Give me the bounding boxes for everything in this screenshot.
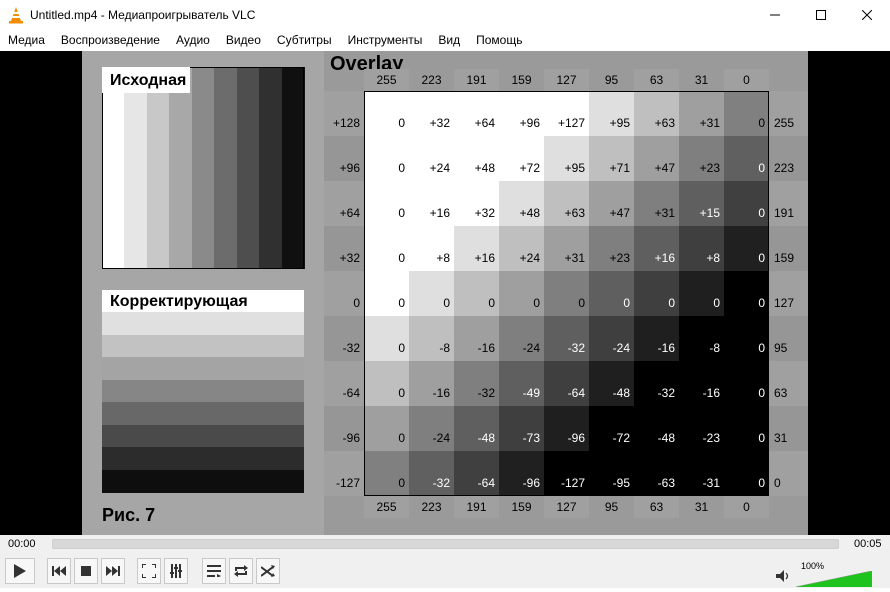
corrected-bar: [102, 469, 304, 493]
column-footer: 223: [409, 496, 454, 518]
column-footer: 63: [634, 496, 679, 518]
previous-icon: [52, 566, 66, 576]
stop-icon: [81, 566, 91, 576]
row-footer: 255: [769, 91, 808, 136]
column-header: 127: [544, 69, 589, 91]
corrected-bar: [102, 357, 304, 381]
corrected-bar: [102, 312, 304, 336]
corrected-label: Корректирующая: [102, 290, 304, 312]
minimize-icon: [770, 7, 780, 23]
menu-tools[interactable]: Инструменты: [340, 30, 431, 51]
row-footer: 95: [769, 316, 808, 361]
previous-button[interactable]: [47, 558, 71, 584]
playlist-icon: [207, 565, 221, 577]
column-footer: 191: [454, 496, 499, 518]
row-header: 0: [324, 271, 364, 316]
corrected-bar: [102, 424, 304, 448]
total-time: 00:05: [854, 538, 882, 550]
column-header: 255: [364, 69, 409, 91]
speaker-icon[interactable]: [776, 569, 790, 587]
extended-settings-button[interactable]: [164, 558, 188, 584]
column-footer: 31: [679, 496, 724, 518]
row-footer: 223: [769, 136, 808, 181]
equalizer-icon: [169, 564, 183, 578]
maximize-icon: [816, 7, 826, 23]
column-header: 223: [409, 69, 454, 91]
row-header: +96: [324, 136, 364, 181]
window-title: Untitled.mp4 - Медиапроигрыватель VLC: [30, 8, 256, 22]
column-footer: 95: [589, 496, 634, 518]
shuffle-icon: [261, 565, 275, 577]
row-footer: 159: [769, 226, 808, 271]
corrected-bar: [102, 447, 304, 471]
current-time: 00:00: [8, 538, 36, 550]
next-button[interactable]: [101, 558, 125, 584]
column-header: 63: [634, 69, 679, 91]
loop-button[interactable]: [229, 558, 253, 584]
row-footer: 63: [769, 361, 808, 406]
video-area[interactable]: Исходная Корректирующая Рис. 7 Overlay 2…: [0, 51, 890, 535]
column-footer: 255: [364, 496, 409, 518]
row-footer: 31: [769, 406, 808, 451]
row-header: -96: [324, 406, 364, 451]
row-footer: 0: [769, 451, 808, 496]
play-button[interactable]: [5, 558, 35, 584]
menu-media[interactable]: Медиа: [0, 30, 53, 51]
column-footer: 0: [724, 496, 769, 518]
column-footer: 127: [544, 496, 589, 518]
stop-button[interactable]: [74, 558, 98, 584]
volume-slider[interactable]: [795, 570, 873, 588]
menu-bar: Медиа Воспроизведение Аудио Видео Субтит…: [0, 30, 890, 51]
menu-subtitles[interactable]: Субтитры: [269, 30, 340, 51]
row-header: +128: [324, 91, 364, 136]
minimize-button[interactable]: [752, 0, 798, 30]
row-header: -32: [324, 316, 364, 361]
corrected-bar: [102, 379, 304, 403]
overlay-grid-border: [364, 91, 769, 496]
column-header: 191: [454, 69, 499, 91]
menu-playback[interactable]: Воспроизведение: [53, 30, 168, 51]
title-bar: Untitled.mp4 - Медиапроигрыватель VLC: [0, 0, 890, 30]
close-icon: [861, 7, 873, 23]
corrected-bar: [102, 334, 304, 358]
playlist-button[interactable]: [202, 558, 226, 584]
vlc-cone-icon: [8, 6, 24, 24]
shuffle-button[interactable]: [256, 558, 280, 584]
row-header: -127: [324, 451, 364, 496]
column-header: 159: [499, 69, 544, 91]
corrected-bar: [102, 402, 304, 426]
row-footer: 127: [769, 271, 808, 316]
menu-help[interactable]: Помощь: [468, 30, 530, 51]
menu-video[interactable]: Видео: [218, 30, 269, 51]
fullscreen-icon: [142, 564, 156, 578]
source-label: Исходная: [102, 67, 190, 93]
playback-controls: 00:00 00:05 100%: [0, 535, 890, 588]
source-bars-border: [102, 67, 304, 269]
fullscreen-button[interactable]: [137, 558, 161, 584]
loop-icon: [234, 565, 248, 577]
close-button[interactable]: [844, 0, 890, 30]
row-header: +32: [324, 226, 364, 271]
maximize-button[interactable]: [798, 0, 844, 30]
row-header: -64: [324, 361, 364, 406]
play-icon: [13, 563, 27, 579]
column-header: 95: [589, 69, 634, 91]
seek-bar[interactable]: [52, 539, 839, 549]
video-frame: Исходная Корректирующая Рис. 7 Overlay 2…: [82, 51, 808, 535]
menu-audio[interactable]: Аудио: [168, 30, 218, 51]
column-footer: 159: [499, 496, 544, 518]
column-header: 31: [679, 69, 724, 91]
menu-view[interactable]: Вид: [430, 30, 468, 51]
figure-label: Рис. 7: [102, 505, 156, 525]
row-footer: 191: [769, 181, 808, 226]
row-header: +64: [324, 181, 364, 226]
next-icon: [106, 566, 120, 576]
volume-percent: 100%: [801, 561, 825, 571]
column-header: 0: [724, 69, 769, 91]
